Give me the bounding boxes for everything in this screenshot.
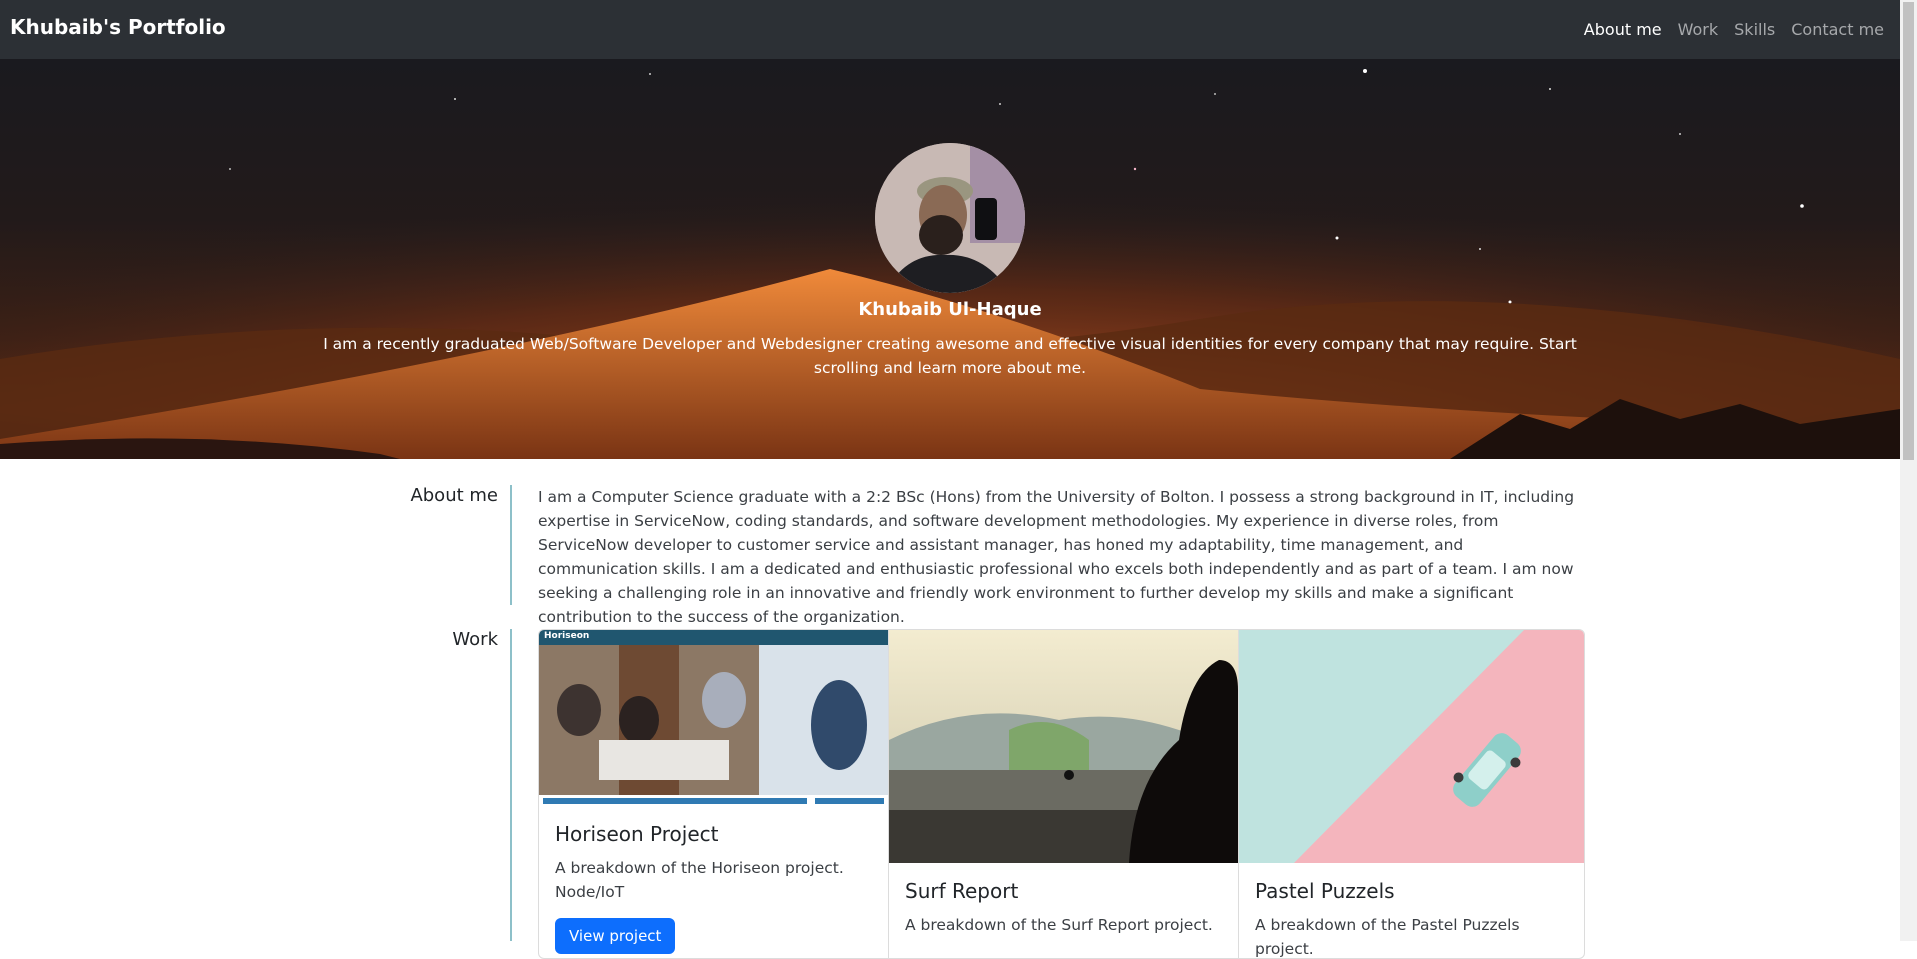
card-title: Horiseon Project bbox=[555, 822, 719, 846]
card-text: A breakdown of the Horiseon project. bbox=[555, 859, 844, 877]
work-section-label: Work bbox=[452, 629, 498, 650]
profile-photo-icon bbox=[875, 143, 1025, 293]
work-card-horiseon: Horiseon Horiseon Project A breakdown of… bbox=[539, 630, 889, 958]
hero-name: Khubaib Ul-Haque bbox=[858, 299, 1042, 320]
horiseon-screenshot-icon bbox=[539, 630, 888, 804]
about-section-label: About me bbox=[410, 485, 498, 506]
card-body: Horiseon Project A breakdown of the Hori… bbox=[539, 806, 888, 958]
hero-content: Khubaib Ul-Haque I am a recently graduat… bbox=[0, 143, 1900, 380]
card-title: Pastel Puzzels bbox=[1255, 879, 1395, 903]
about-text: I am a Computer Science graduate with a … bbox=[538, 488, 1575, 626]
card-text: A breakdown of the Surf Report project. bbox=[905, 916, 1213, 934]
card-body: Pastel Puzzels A breakdown of the Pastel… bbox=[1239, 863, 1584, 958]
hero-description: I am a recently graduated Web/Software D… bbox=[323, 335, 1577, 377]
nav-link-work[interactable]: Work bbox=[1678, 20, 1719, 39]
nav-link-about-me[interactable]: About me bbox=[1584, 20, 1662, 39]
surf-report-image bbox=[889, 630, 1238, 863]
work-card-group: Horiseon Horiseon Project A breakdown of… bbox=[538, 629, 1585, 959]
surf-photo-icon bbox=[889, 630, 1238, 863]
work-divider bbox=[510, 629, 512, 941]
pastel-car-photo-icon bbox=[1239, 630, 1584, 863]
work-card-surf-report: Surf Report A breakdown of the Surf Repo… bbox=[889, 630, 1239, 958]
card-title: Surf Report bbox=[905, 879, 1019, 903]
top-navbar: Khubaib's Portfolio About me Work Skills… bbox=[0, 0, 1900, 59]
about-divider bbox=[510, 485, 512, 605]
brand-logo-text[interactable]: Khubaib's Portfolio bbox=[10, 15, 226, 39]
work-card-pastel-puzzels: Pastel Puzzels A breakdown of the Pastel… bbox=[1239, 630, 1584, 958]
horiseon-project-image: Horiseon bbox=[539, 630, 888, 806]
hero-banner: Khubaib Ul-Haque I am a recently graduat… bbox=[0, 59, 1900, 459]
page-scrollbar[interactable] bbox=[1900, 0, 1917, 941]
scrollbar-thumb[interactable] bbox=[1903, 2, 1914, 460]
pastel-puzzels-image bbox=[1239, 630, 1584, 863]
view-project-button[interactable]: View project bbox=[555, 918, 676, 954]
profile-avatar bbox=[875, 143, 1025, 293]
horiseon-image-caption: Horiseon bbox=[544, 631, 590, 641]
card-subtext: Node/IoT bbox=[555, 883, 625, 901]
card-text: A breakdown of the Pastel Puzzels projec… bbox=[1255, 916, 1520, 958]
nav-links: About me Work Skills Contact me bbox=[1584, 20, 1884, 39]
card-body: Surf Report A breakdown of the Surf Repo… bbox=[889, 863, 1238, 953]
nav-link-skills[interactable]: Skills bbox=[1734, 20, 1775, 39]
nav-link-contact-me[interactable]: Contact me bbox=[1791, 20, 1884, 39]
